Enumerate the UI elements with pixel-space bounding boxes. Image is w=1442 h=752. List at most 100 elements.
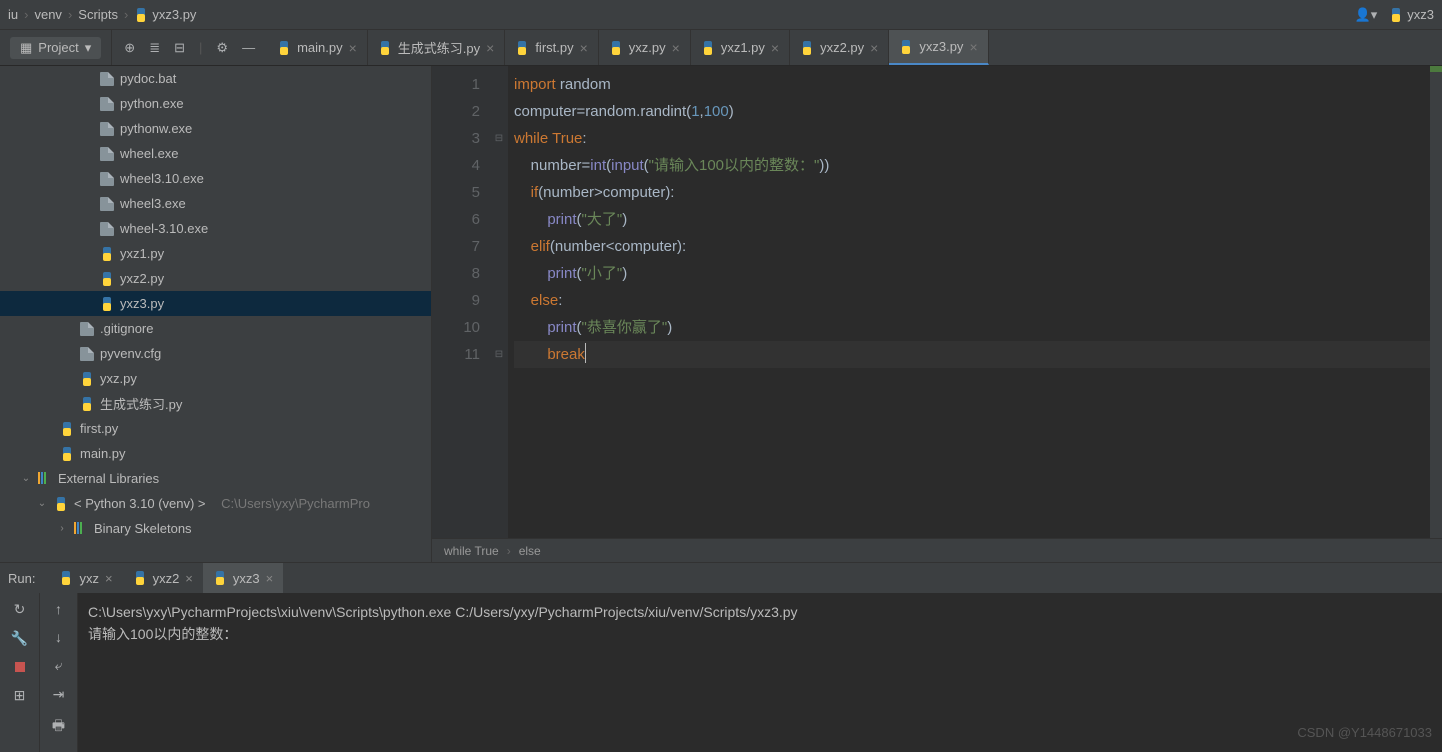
tree-file[interactable]: wheel3.10.exe bbox=[0, 166, 431, 191]
print-icon[interactable]: 🖶 bbox=[52, 715, 65, 739]
python-icon bbox=[54, 497, 68, 511]
console-line: 请输入100以内的整数： bbox=[88, 623, 1432, 645]
tab-yxz1-py[interactable]: yxz1.py× bbox=[691, 30, 790, 65]
tree-file[interactable]: wheel.exe bbox=[0, 141, 431, 166]
error-stripe[interactable] bbox=[1430, 66, 1442, 538]
file-icon bbox=[80, 347, 94, 361]
tree-file[interactable]: yxz2.py bbox=[0, 266, 431, 291]
project-tree[interactable]: pydoc.bat python.exe pythonw.exe wheel.e… bbox=[0, 66, 431, 562]
close-icon[interactable]: × bbox=[870, 40, 878, 56]
breadcrumb-item[interactable]: Scripts bbox=[78, 7, 118, 22]
tab-shengcheng-py[interactable]: 生成式练习.py× bbox=[368, 30, 506, 65]
stop-button[interactable] bbox=[15, 659, 25, 675]
tree-file[interactable]: first.py bbox=[0, 416, 431, 441]
rerun-icon[interactable]: ↻ bbox=[14, 601, 26, 618]
run-body: ↻ 🔧 ⊞ ↑ ↓ ⤶ ⇥ 🖶 C:\Users\yxy\PycharmProj… bbox=[0, 593, 1442, 752]
close-icon[interactable]: × bbox=[771, 40, 779, 56]
python-file-icon bbox=[80, 372, 94, 386]
tree-file[interactable]: pyvenv.cfg bbox=[0, 341, 431, 366]
wrench-icon[interactable]: 🔧 bbox=[11, 630, 28, 647]
python-file-icon bbox=[899, 40, 913, 54]
chevron-down-icon[interactable]: ⌄ bbox=[36, 498, 48, 509]
main-split: pydoc.bat python.exe pythonw.exe wheel.e… bbox=[0, 66, 1442, 562]
tree-file[interactable]: yxz1.py bbox=[0, 241, 431, 266]
close-icon[interactable]: × bbox=[672, 40, 680, 56]
tree-file[interactable]: wheel3.exe bbox=[0, 191, 431, 216]
python-icon bbox=[1389, 8, 1403, 22]
breadcrumb-item[interactable]: iu bbox=[8, 7, 18, 22]
layout-icon[interactable]: ⊞ bbox=[14, 687, 26, 704]
tree-file[interactable]: pydoc.bat bbox=[0, 66, 431, 91]
python-icon bbox=[213, 571, 227, 585]
crumb-item[interactable]: while True bbox=[444, 544, 499, 558]
close-icon[interactable]: × bbox=[185, 571, 193, 586]
run-label: Run: bbox=[8, 571, 35, 586]
expand-all-icon[interactable]: ≣ bbox=[149, 40, 160, 56]
console-line: C:\Users\yxy\PycharmProjects\xiu\venv\Sc… bbox=[88, 601, 1432, 623]
project-view-selector[interactable]: ▦Project▾ bbox=[0, 30, 112, 65]
python-file-icon bbox=[378, 41, 392, 55]
tree-file[interactable]: python.exe bbox=[0, 91, 431, 116]
toolbar-row: ▦Project▾ ⊕ ≣ ⊟ | ⚙ — main.py× 生成式练习.py×… bbox=[0, 30, 1442, 66]
python-file-icon bbox=[701, 41, 715, 55]
breadcrumb-item[interactable]: yxz3.py bbox=[134, 7, 196, 22]
fold-gutter[interactable]: ⊟ ⊟ bbox=[490, 66, 508, 538]
run-tab-yxz[interactable]: yxz× bbox=[49, 563, 122, 593]
chevron-down-icon[interactable]: ⌄ bbox=[20, 473, 32, 484]
close-icon[interactable]: × bbox=[969, 39, 977, 55]
tree-binary-skeletons[interactable]: ›Binary Skeletons bbox=[0, 516, 431, 541]
exe-icon bbox=[100, 172, 114, 186]
console-output[interactable]: C:\Users\yxy\PycharmProjects\xiu\venv\Sc… bbox=[78, 593, 1442, 752]
gear-icon[interactable]: ⚙ bbox=[216, 40, 228, 56]
tree-file-selected[interactable]: yxz3.py bbox=[0, 291, 431, 316]
run-config-selector[interactable]: yxz3 bbox=[1389, 7, 1434, 22]
close-icon[interactable]: × bbox=[349, 40, 357, 56]
tab-yxz2-py[interactable]: yxz2.py× bbox=[790, 30, 889, 65]
tab-first-py[interactable]: first.py× bbox=[505, 30, 598, 65]
close-icon[interactable]: × bbox=[266, 571, 274, 586]
tab-main-py[interactable]: main.py× bbox=[267, 30, 368, 65]
editor-tabs: main.py× 生成式练习.py× first.py× yxz.py× yxz… bbox=[267, 30, 1442, 65]
hide-icon[interactable]: — bbox=[242, 40, 255, 55]
code-editor[interactable]: 12 34 56 78 910 11 ⊟ ⊟ import random com… bbox=[432, 66, 1442, 538]
close-icon[interactable]: × bbox=[486, 40, 494, 56]
down-arrow-icon[interactable]: ↓ bbox=[55, 629, 62, 645]
run-tab-yxz3[interactable]: yxz3× bbox=[203, 563, 283, 593]
breadcrumb[interactable]: iu› venv› Scripts› yxz3.py bbox=[8, 7, 196, 22]
tab-yxz3-py[interactable]: yxz3.py× bbox=[889, 30, 988, 65]
exe-icon bbox=[100, 97, 114, 111]
exe-icon bbox=[100, 147, 114, 161]
tree-file[interactable]: wheel-3.10.exe bbox=[0, 216, 431, 241]
user-icon[interactable]: 👤▾ bbox=[1355, 7, 1378, 23]
breadcrumb-item[interactable]: venv bbox=[34, 7, 61, 22]
python-file-icon bbox=[80, 397, 94, 411]
tree-file[interactable]: pythonw.exe bbox=[0, 116, 431, 141]
tree-file[interactable]: main.py bbox=[0, 441, 431, 466]
code-structure-breadcrumb[interactable]: while True › else bbox=[432, 538, 1442, 562]
library-icon bbox=[74, 522, 88, 536]
code-content[interactable]: import random computer=random.randint(1,… bbox=[508, 66, 1442, 538]
close-icon[interactable]: × bbox=[105, 571, 113, 586]
tree-file[interactable]: yxz.py bbox=[0, 366, 431, 391]
chevron-right-icon[interactable]: › bbox=[56, 523, 68, 534]
run-tab-yxz2[interactable]: yxz2× bbox=[123, 563, 203, 593]
python-file-icon bbox=[100, 272, 114, 286]
tree-file[interactable]: .gitignore bbox=[0, 316, 431, 341]
soft-wrap-icon[interactable]: ⤶ bbox=[55, 657, 63, 674]
text-caret bbox=[585, 343, 586, 363]
python-file-icon bbox=[800, 41, 814, 55]
chevron-down-icon: ▾ bbox=[85, 40, 92, 56]
breadcrumb-separator-icon: › bbox=[124, 7, 128, 22]
up-arrow-icon[interactable]: ↑ bbox=[55, 601, 62, 617]
breadcrumb-separator-icon: › bbox=[24, 7, 28, 22]
scroll-to-end-icon[interactable]: ⇥ bbox=[53, 686, 65, 703]
tab-yxz-py[interactable]: yxz.py× bbox=[599, 30, 691, 65]
collapse-all-icon[interactable]: ⊟ bbox=[174, 40, 185, 56]
crumb-item[interactable]: else bbox=[519, 544, 541, 558]
tree-external-libraries[interactable]: ⌄External Libraries bbox=[0, 466, 431, 491]
tree-file[interactable]: 生成式练习.py bbox=[0, 391, 431, 416]
close-icon[interactable]: × bbox=[580, 40, 588, 56]
locate-icon[interactable]: ⊕ bbox=[124, 40, 135, 56]
tree-python-sdk[interactable]: ⌄< Python 3.10 (venv) > C:\Users\yxy\Pyc… bbox=[0, 491, 431, 516]
exe-icon bbox=[100, 222, 114, 236]
